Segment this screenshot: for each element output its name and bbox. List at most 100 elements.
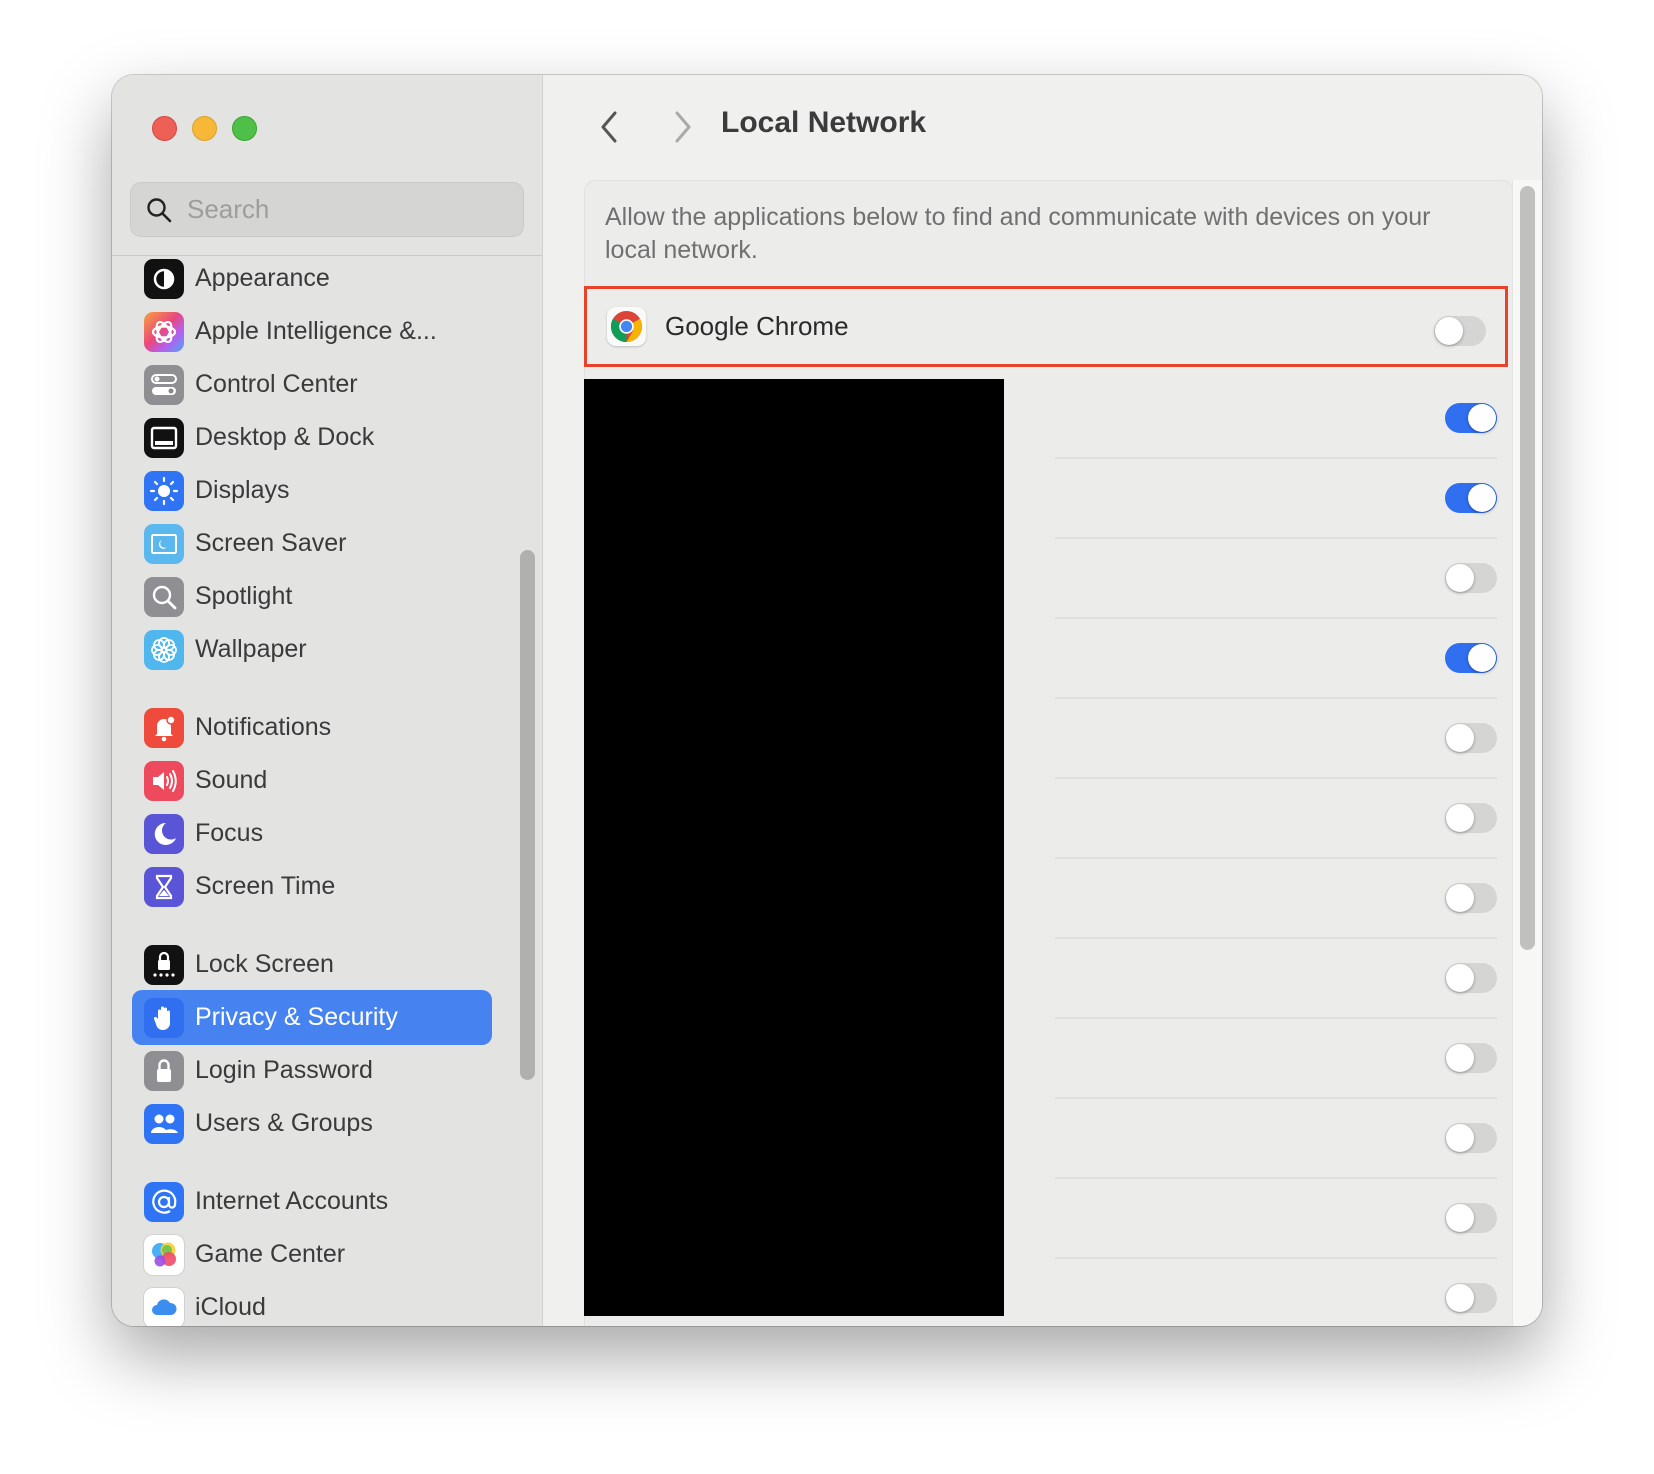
sidebar-item-label: Focus: [195, 819, 264, 847]
sidebar-item-label: Screen Saver: [195, 529, 347, 557]
icloud-icon: [144, 1287, 184, 1326]
toggle-knob: [1446, 564, 1474, 592]
minimize-button[interactable]: [192, 116, 217, 141]
sidebar-item-appearance[interactable]: Appearance: [132, 256, 492, 306]
sidebar-item-focus[interactable]: Focus: [132, 806, 492, 861]
privacy-hand-icon: [144, 997, 184, 1038]
toggle-knob: [1446, 964, 1474, 992]
toggle-knob: [1446, 1204, 1474, 1232]
app-name: Google Chrome: [665, 311, 849, 341]
app-permission-toggle[interactable]: [1445, 1123, 1497, 1153]
close-button[interactable]: [152, 116, 177, 141]
apple-intelligence-icon: [144, 311, 184, 352]
game-center-icon: [144, 1234, 184, 1275]
zoom-button[interactable]: [232, 116, 257, 141]
sidebar-item-notifications[interactable]: Notifications: [132, 700, 492, 755]
sidebar-item-displays[interactable]: Displays: [132, 463, 492, 518]
lock-screen-icon: [144, 944, 184, 985]
sidebar-item-label: Screen Time: [195, 872, 336, 900]
back-button[interactable]: [594, 105, 624, 149]
sidebar: Appearance Apple Intelligence &... Control…: [112, 75, 543, 1326]
sidebar-item-icloud[interactable]: iCloud: [132, 1280, 492, 1326]
toggle-knob: [1446, 1124, 1474, 1152]
sidebar-item-label: Displays: [195, 476, 290, 504]
control-center-icon: [144, 364, 184, 405]
sidebar-item-lock-screen[interactable]: Lock Screen: [132, 937, 492, 992]
sidebar-item-desktop-dock[interactable]: Desktop & Dock: [132, 410, 492, 465]
sidebar-item-game-center[interactable]: Game Center: [132, 1227, 492, 1282]
wallpaper-icon: [144, 629, 184, 670]
app-permission-toggle[interactable]: [1445, 643, 1497, 673]
sidebar-item-privacy-hand[interactable]: Privacy & Security: [132, 990, 492, 1045]
spotlight-icon: [144, 576, 184, 617]
sidebar-item-label: Sound: [195, 766, 268, 794]
google-chrome-toggle[interactable]: [1434, 316, 1486, 346]
toggle-knob: [1468, 404, 1496, 432]
sidebar-item-label: Control Center: [195, 370, 358, 398]
toggle-knob: [1446, 724, 1474, 752]
app-permission-toggle[interactable]: [1445, 963, 1497, 993]
screen-time-icon: [144, 866, 184, 907]
sidebar-item-login-password[interactable]: Login Password: [132, 1043, 492, 1098]
app-permission-toggle[interactable]: [1445, 403, 1497, 433]
sidebar-item-label: Wallpaper: [195, 635, 307, 663]
redacted-region: [584, 379, 1004, 1316]
sidebar-item-spotlight[interactable]: Spotlight: [132, 569, 492, 624]
displays-icon: [144, 470, 184, 511]
main-scrollbar-thumb[interactable]: [1520, 186, 1535, 950]
focus-icon: [144, 813, 184, 854]
toggle-knob: [1446, 804, 1474, 832]
sidebar-item-label: Desktop & Dock: [195, 423, 375, 451]
app-row-google-chrome: Google Chrome: [584, 286, 1508, 367]
sidebar-item-label: Notifications: [195, 713, 332, 741]
toggle-knob: [1468, 484, 1496, 512]
search-icon: [147, 197, 172, 222]
forward-button[interactable]: [668, 105, 698, 149]
panel-description: Allow the applications below to find and…: [605, 203, 1431, 264]
sidebar-item-screen-time[interactable]: Screen Time: [132, 859, 492, 914]
chevron-right-icon: [675, 111, 691, 143]
main-pane: Local Network Allow the applications bel…: [544, 75, 1542, 1326]
sidebar-scrollbar[interactable]: [520, 550, 535, 1080]
sidebar-item-label: Privacy & Security: [195, 1003, 398, 1031]
app-permission-toggle[interactable]: [1445, 1203, 1497, 1233]
search-field[interactable]: [130, 182, 524, 237]
local-network-panel: Allow the applications below to find and…: [584, 180, 1514, 1326]
search-input[interactable]: [187, 194, 487, 225]
sidebar-item-internet-accounts[interactable]: Internet Accounts: [132, 1174, 492, 1229]
app-permission-toggle[interactable]: [1445, 483, 1497, 513]
sidebar-item-screen-saver[interactable]: Screen Saver: [132, 516, 492, 571]
sidebar-item-label: Users & Groups: [195, 1109, 373, 1137]
toggle-knob: [1446, 1284, 1474, 1312]
appearance-icon: [144, 258, 184, 299]
app-permission-toggle[interactable]: [1445, 563, 1497, 593]
sidebar-item-label: Spotlight: [195, 582, 293, 610]
sidebar-item-users-groups[interactable]: Users & Groups: [132, 1096, 492, 1151]
sidebar-item-sound[interactable]: Sound: [132, 753, 492, 808]
sidebar-item-control-center[interactable]: Control Center: [132, 357, 492, 412]
screen-saver-icon: [144, 523, 184, 564]
page-title: Local Network: [721, 106, 927, 139]
sidebar-item-label: Game Center: [195, 1240, 346, 1268]
toggle-knob: [1435, 317, 1463, 345]
sidebar-item-wallpaper[interactable]: Wallpaper: [132, 622, 492, 677]
sidebar-item-label: Internet Accounts: [195, 1187, 389, 1215]
app-permission-toggle[interactable]: [1445, 723, 1497, 753]
chevron-left-icon: [601, 111, 617, 143]
app-permission-toggle[interactable]: [1445, 883, 1497, 913]
sidebar-item-label: Appearance: [195, 264, 330, 292]
sidebar-item-label: Apple Intelligence &...: [195, 317, 437, 345]
google-chrome-icon: [607, 307, 646, 346]
app-permission-toggle[interactable]: [1445, 1043, 1497, 1073]
desktop-dock-icon: [144, 417, 184, 458]
sidebar-item-label: Lock Screen: [195, 950, 334, 978]
app-permission-toggle[interactable]: [1445, 1283, 1497, 1313]
sidebar-item-label: iCloud: [195, 1293, 266, 1321]
app-permission-toggle[interactable]: [1445, 803, 1497, 833]
sound-icon: [144, 760, 184, 801]
sidebar-list-viewport: Appearance Apple Intelligence &... Control…: [112, 256, 542, 1326]
notifications-icon: [144, 707, 184, 748]
sidebar-item-apple-intelligence[interactable]: Apple Intelligence &...: [132, 304, 492, 359]
system-settings-window: Appearance Apple Intelligence &... Control…: [112, 75, 1542, 1326]
toggle-knob: [1446, 1044, 1474, 1072]
